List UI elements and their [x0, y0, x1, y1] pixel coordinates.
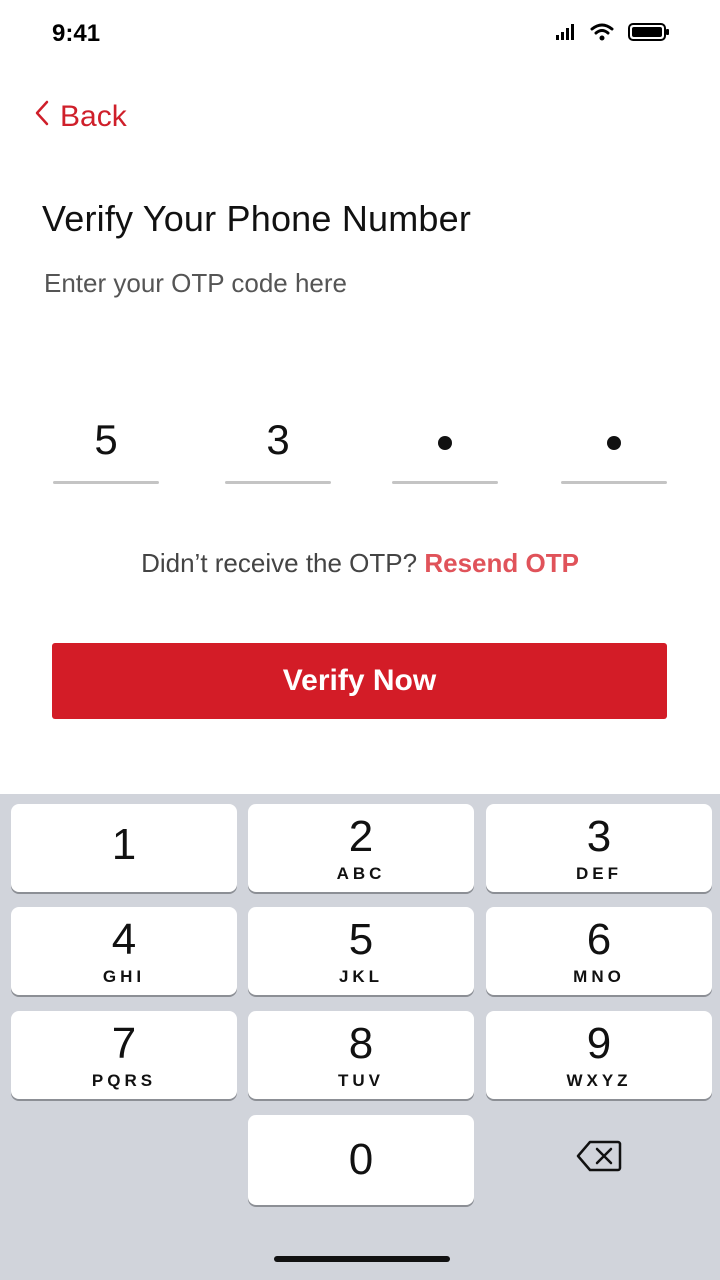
key-letters: GHI [102, 967, 146, 986]
otp-digit: 5 [94, 416, 118, 463]
status-time: 9:41 [52, 20, 101, 47]
key-letters: JKL [338, 967, 384, 986]
key-number: 8 [348, 1019, 374, 1068]
key-3[interactable]: 3 DEF [486, 804, 712, 892]
key-letters: TUV [338, 1071, 384, 1090]
key-letters: WXYZ [566, 1071, 632, 1090]
wifi-icon [590, 23, 614, 41]
key-8[interactable]: 8 TUV [248, 1011, 474, 1099]
key-6[interactable]: 6 MNO [486, 907, 712, 995]
verify-now-button[interactable]: Verify Now [52, 643, 667, 719]
key-5[interactable]: 5 JKL [248, 907, 474, 995]
key-number: 3 [586, 812, 612, 861]
otp-field-1[interactable]: 5 [53, 408, 159, 484]
key-letters: DEF [576, 864, 622, 883]
key-letters: ABC [336, 864, 386, 883]
otp-field-2[interactable]: 3 [225, 408, 331, 484]
resend-otp-link[interactable]: Resend OTP [424, 548, 579, 578]
key-number: 6 [586, 915, 612, 964]
page-title: Verify Your Phone Number [42, 198, 472, 239]
resend-row: Didn’t receive the OTP? Resend OTP [0, 548, 720, 579]
otp-underline [392, 481, 498, 484]
chevron-left-icon [34, 100, 50, 134]
otp-field-3[interactable] [392, 408, 498, 484]
page-subtitle: Enter your OTP code here [44, 268, 348, 298]
key-number: 0 [348, 1135, 374, 1184]
key-number: 2 [348, 812, 374, 861]
backspace-icon [576, 1140, 622, 1177]
battery-icon [628, 22, 670, 42]
key-7[interactable]: 7 PQRS [11, 1011, 237, 1099]
resend-prompt: Didn’t receive the OTP? [141, 548, 418, 578]
back-button[interactable]: Back [34, 100, 127, 134]
key-number: 4 [111, 915, 137, 964]
numeric-keyboard: 1 2 ABC 3 DEF 4 GHI 5 JKL 6 MNO 7 PQRS 8 [0, 794, 720, 1280]
status-icons [556, 22, 670, 42]
backspace-key[interactable] [486, 1114, 712, 1202]
back-label: Back [60, 100, 127, 133]
otp-mask-dot [607, 436, 621, 450]
otp-underline [225, 481, 331, 484]
otp-field-4[interactable] [561, 408, 667, 484]
status-bar: 9:41 [0, 0, 720, 70]
key-9[interactable]: 9 WXYZ [486, 1011, 712, 1099]
key-letters: PQRS [91, 1071, 157, 1090]
key-2[interactable]: 2 ABC [248, 804, 474, 892]
otp-digit: 3 [266, 416, 290, 463]
signal-icon [556, 24, 576, 40]
key-number: 7 [111, 1019, 137, 1068]
key-1[interactable]: 1 [11, 804, 237, 892]
key-4[interactable]: 4 GHI [11, 907, 237, 995]
otp-mask-dot [438, 436, 452, 450]
otp-verification-screen: 9:41 Back Verify Your Phone Number Enter… [0, 0, 720, 1280]
key-number: 9 [586, 1019, 612, 1068]
otp-underline [53, 481, 159, 484]
key-0[interactable]: 0 [248, 1115, 474, 1205]
otp-input-row: 5 3 [0, 408, 720, 488]
key-number: 1 [111, 820, 137, 869]
home-indicator [274, 1256, 450, 1262]
key-letters: MNO [573, 967, 625, 986]
key-number: 5 [348, 915, 374, 964]
otp-underline [561, 481, 667, 484]
